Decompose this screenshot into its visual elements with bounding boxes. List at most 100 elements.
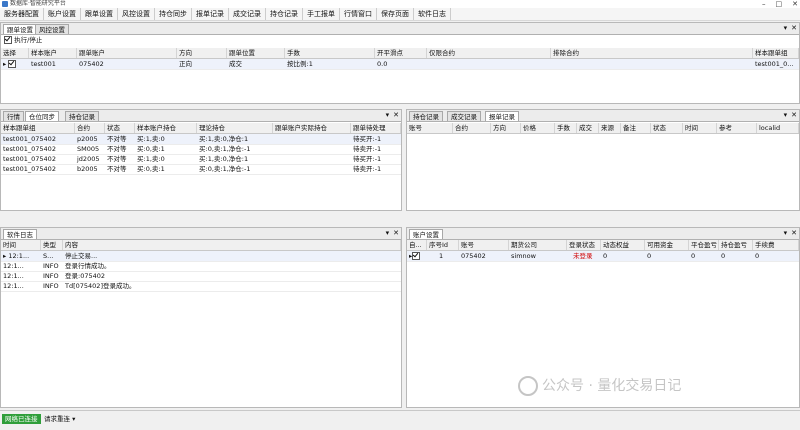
panel-close-icon[interactable]: ✕ — [791, 23, 797, 34]
col-select[interactable]: 选择 — [1, 48, 29, 58]
menu-position-records[interactable]: 持仓记录 — [266, 8, 303, 20]
menu-save-page[interactable]: 保存页面 — [377, 8, 414, 20]
cell-group[interactable]: test001_075402 — [1, 164, 75, 174]
menu-server-config[interactable]: 服务器配置 — [0, 8, 44, 20]
col-exclude-contract[interactable]: 排除合约 — [551, 48, 753, 58]
col-position-pl[interactable]: 持仓盈亏 — [719, 240, 753, 250]
cell-position-pl[interactable]: 0 — [719, 251, 753, 261]
cell-pending[interactable]: 待卖开:-1 — [351, 144, 401, 154]
col-broker[interactable]: 期货公司 — [509, 240, 567, 250]
col-slippage[interactable]: 开平滑点 — [375, 48, 427, 58]
cell-close-pl[interactable]: 0 — [689, 251, 719, 261]
col-sample-group[interactable]: 样本跟单组 — [753, 48, 799, 58]
col-actual-holding[interactable]: 跟单账户实际持仓 — [273, 123, 351, 133]
cell-only-contract[interactable] — [427, 59, 551, 69]
cell-theory-holding[interactable]: 买:0,卖:1,净仓:-1 — [197, 164, 273, 174]
close-button[interactable]: ✕ — [792, 0, 798, 8]
tab-position-records[interactable]: 持仓记录 — [409, 111, 443, 121]
table-row[interactable]: ▸ test001 075402 正向 成交 按比例:1 0.0 test001… — [1, 59, 799, 70]
col-only-contract[interactable]: 仅限合约 — [427, 48, 551, 58]
cell-sample-holding[interactable]: 买:1,卖:0 — [135, 134, 197, 144]
menu-software-log[interactable]: 软件日志 — [414, 8, 451, 20]
cell-available[interactable]: 0 — [645, 251, 689, 261]
panel-close-icon[interactable]: ✕ — [791, 228, 797, 239]
cell-status[interactable]: 不对等 — [105, 134, 135, 144]
tab-quote[interactable]: 行情 — [3, 111, 24, 121]
col-time[interactable]: 时间 — [683, 123, 717, 133]
col-sample-holding[interactable]: 样本账户持仓 — [135, 123, 197, 133]
col-seq-id[interactable]: 序号Id — [427, 240, 459, 250]
col-close-pl[interactable]: 平仓盈亏 — [689, 240, 719, 250]
exec-checkbox[interactable] — [4, 36, 12, 44]
col-time[interactable]: 时间 — [1, 240, 41, 250]
auto-checkbox[interactable] — [412, 252, 421, 260]
cell-equity[interactable]: 0 — [601, 251, 645, 261]
col-direction[interactable]: 方向 — [177, 48, 227, 58]
cell-exclude-contract[interactable] — [551, 59, 753, 69]
cell-group[interactable]: test001_075402 — [1, 144, 75, 154]
col-follow-position[interactable]: 跟单位置 — [227, 48, 285, 58]
col-contract[interactable]: 合约 — [75, 123, 105, 133]
panel-close-icon[interactable]: ✕ — [393, 228, 399, 239]
cell-sample-group[interactable]: test001_0... — [753, 59, 799, 69]
menu-trade-records[interactable]: 成交记录 — [229, 8, 266, 20]
cell-login-status[interactable]: 未登录 — [567, 251, 601, 261]
col-pending[interactable]: 跟单待处理 — [351, 123, 401, 133]
cell-actual-holding[interactable] — [273, 134, 351, 144]
cell-pending[interactable]: 待买开:-1 — [351, 154, 401, 164]
tab-risk-settings[interactable]: 风控设置 — [35, 24, 69, 34]
cell-contract[interactable]: jd2005 — [75, 154, 105, 164]
col-available[interactable]: 可用资金 — [645, 240, 689, 250]
cell-status[interactable]: 不对等 — [105, 144, 135, 154]
col-auto[interactable]: 自... — [407, 240, 427, 250]
maximize-button[interactable]: □ — [776, 0, 783, 8]
col-equity[interactable]: 动态权益 — [601, 240, 645, 250]
tab-trade-records[interactable]: 成交记录 — [447, 111, 481, 121]
panel-dropdown-icon[interactable]: ▾ — [784, 23, 788, 34]
col-remark[interactable]: 备注 — [621, 123, 651, 133]
cell-direction[interactable]: 正向 — [177, 59, 227, 69]
col-direction[interactable]: 方向 — [491, 123, 521, 133]
cell-contract[interactable]: p2005 — [75, 134, 105, 144]
cell-sample-holding[interactable]: 买:0,卖:1 — [135, 144, 197, 154]
tab-position-records[interactable]: 持仓记录 — [65, 111, 99, 121]
col-follow-account[interactable]: 跟单账户 — [77, 48, 177, 58]
cell-theory-holding[interactable]: 买:1,卖:0,净仓:1 — [197, 134, 273, 144]
cell-actual-holding[interactable] — [273, 144, 351, 154]
row-select-checkbox[interactable] — [8, 60, 17, 68]
cell-status[interactable]: 不对等 — [105, 154, 135, 164]
col-sample-group[interactable]: 样本跟单组 — [1, 123, 75, 133]
col-localid[interactable]: localid — [757, 123, 799, 133]
col-login-status[interactable]: 登录状态 — [567, 240, 601, 250]
col-theory-holding[interactable]: 理论持仓 — [197, 123, 273, 133]
cell-sample-account[interactable]: test001 — [29, 59, 77, 69]
col-source[interactable]: 来源 — [599, 123, 621, 133]
col-type[interactable]: 类型 — [41, 240, 63, 250]
menu-risk-settings[interactable]: 风控设置 — [118, 8, 155, 20]
cell-group[interactable]: test001_075402 — [1, 154, 75, 164]
exec-toggle[interactable]: 执行/停止 — [4, 36, 42, 45]
menu-manual-order[interactable]: 手工报单 — [303, 8, 340, 20]
tab-order-records[interactable]: 报单记录 — [485, 111, 519, 121]
cell-fee[interactable]: 0 — [753, 251, 799, 261]
cell-contract[interactable]: SM005 — [75, 144, 105, 154]
col-account[interactable]: 账号 — [407, 123, 453, 133]
menu-order-records[interactable]: 报单记录 — [192, 8, 229, 20]
reconnect-button[interactable]: 请求重连 ▾ — [44, 414, 75, 424]
cell-broker[interactable]: simnow — [509, 251, 567, 261]
col-fee[interactable]: 手续费 — [753, 240, 799, 250]
col-status[interactable]: 状态 — [105, 123, 135, 133]
col-reference[interactable]: 参考 — [717, 123, 757, 133]
cell-pending[interactable]: 待卖开:-1 — [351, 164, 401, 174]
panel-close-icon[interactable]: ✕ — [791, 110, 797, 121]
panel-dropdown-icon[interactable]: ▾ — [784, 110, 788, 121]
col-lots[interactable]: 手数 — [285, 48, 375, 58]
tab-software-log[interactable]: 软件日志 — [3, 229, 37, 239]
col-lots[interactable]: 手数 — [555, 123, 577, 133]
cell-follow-account[interactable]: 075402 — [77, 59, 177, 69]
col-content[interactable]: 内容 — [63, 240, 401, 250]
cell-seq-id[interactable]: 1 — [427, 251, 459, 261]
cell-sample-holding[interactable]: 买:1,卖:0 — [135, 154, 197, 164]
cell-theory-holding[interactable]: 买:0,卖:1,净仓:-1 — [197, 144, 273, 154]
menu-follow-settings[interactable]: 跟单设置 — [81, 8, 118, 20]
